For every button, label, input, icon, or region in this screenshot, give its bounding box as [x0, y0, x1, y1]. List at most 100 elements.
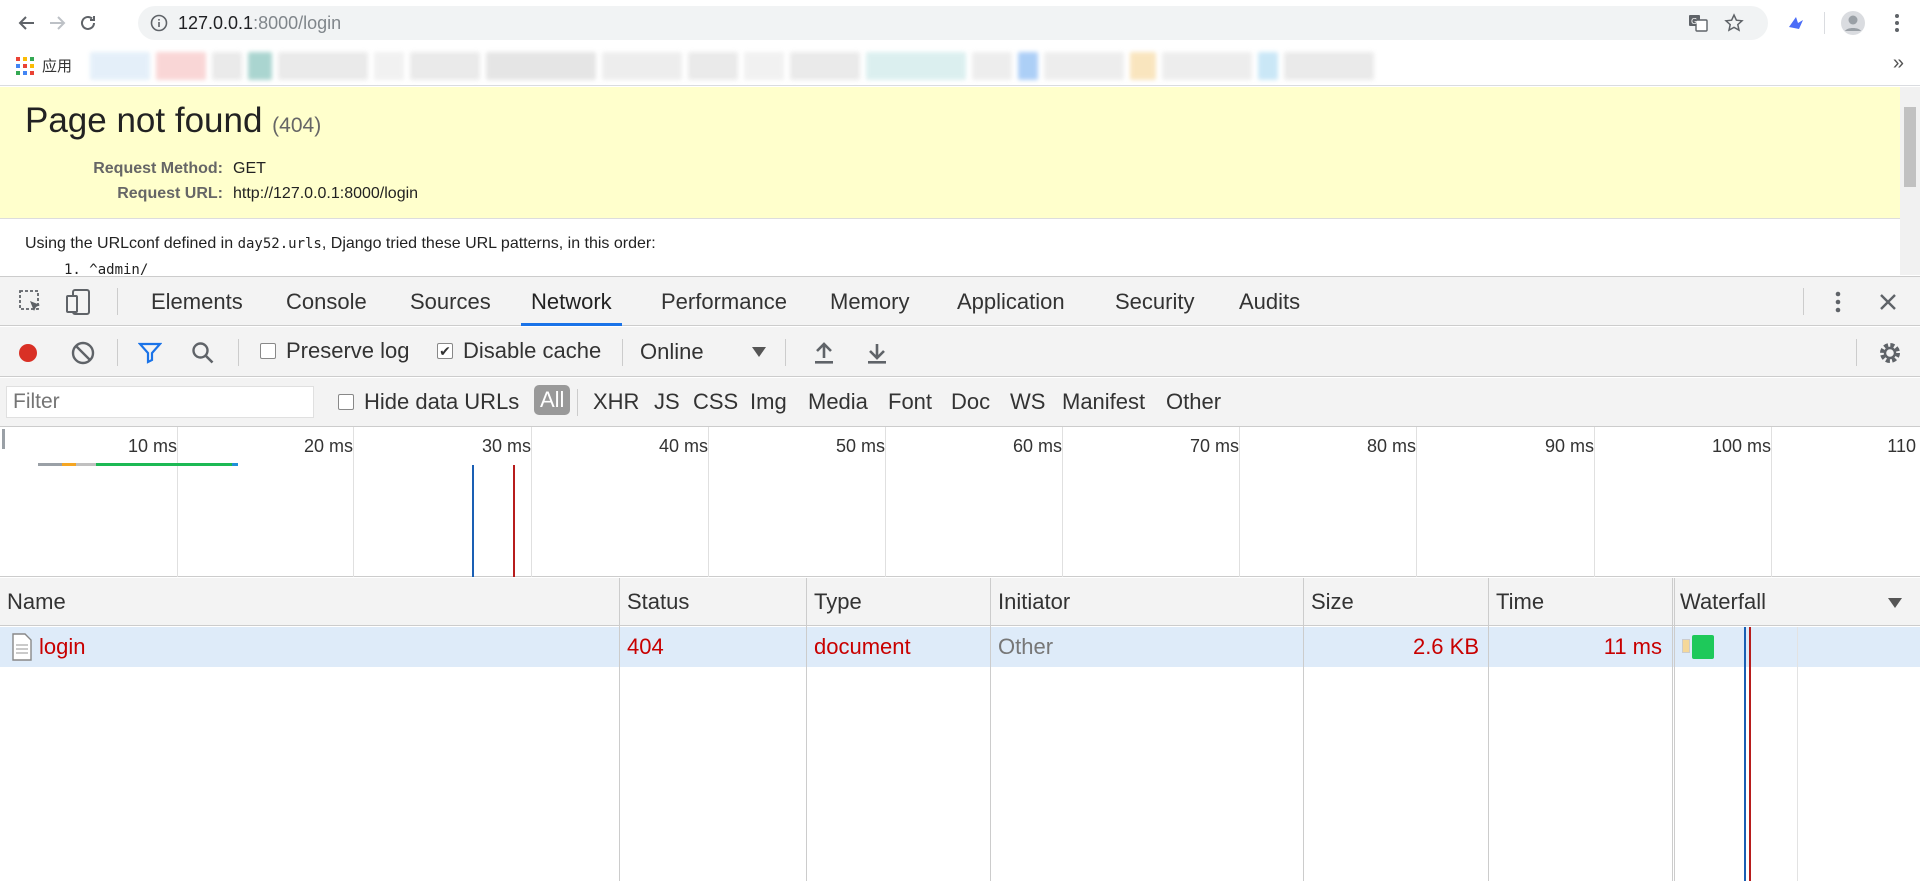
- disable-cache-checkbox[interactable]: ✔ Disable cache: [437, 338, 601, 364]
- translate-icon[interactable]: G: [1686, 11, 1710, 35]
- page-viewport: Page not found (404) Request Method: GET …: [0, 87, 1920, 275]
- column-header-initiator[interactable]: Initiator: [991, 578, 1070, 626]
- devtools-menu-button[interactable]: [1826, 289, 1850, 315]
- column-header-name[interactable]: Name: [0, 578, 66, 626]
- page-title: Page not found (404): [25, 101, 321, 141]
- url-host: 127.0.0.1: [178, 12, 254, 33]
- filter-type-css[interactable]: CSS: [693, 389, 738, 415]
- tab-performance[interactable]: Performance: [651, 277, 797, 326]
- request-method-value: GET: [233, 160, 266, 177]
- network-overview-timeline[interactable]: 10 ms 20 ms 30 ms 40 ms 50 ms 60 ms 70 m…: [0, 427, 1920, 577]
- tab-memory[interactable]: Memory: [820, 277, 919, 326]
- table-row[interactable]: login 404 document Other 2.6 KB 11 ms: [0, 627, 1920, 667]
- bookmarks-overflow-button[interactable]: »: [1893, 52, 1904, 75]
- tab-elements[interactable]: Elements: [141, 277, 253, 326]
- tab-console[interactable]: Console: [276, 277, 377, 326]
- download-icon: [868, 344, 886, 364]
- request-method-label: Request Method:: [93, 160, 223, 177]
- filter-type-ws[interactable]: WS: [1010, 389, 1045, 415]
- column-divider[interactable]: [619, 578, 620, 881]
- search-button[interactable]: [190, 340, 216, 366]
- toolbar-separator: [1824, 12, 1825, 34]
- timeline-gridline: [177, 427, 178, 577]
- filter-separator: [577, 389, 578, 416]
- hide-data-urls-label: Hide data URLs: [364, 389, 520, 414]
- filter-input[interactable]: [6, 386, 314, 418]
- svg-text:G: G: [1691, 17, 1697, 26]
- kebab-menu-icon: [1895, 14, 1899, 32]
- network-settings-button[interactable]: [1876, 339, 1904, 367]
- address-bar[interactable]: 127.0.0.1:8000/login G: [138, 6, 1768, 40]
- filter-type-media[interactable]: Media: [808, 389, 868, 415]
- inspect-element-button[interactable]: [16, 287, 46, 317]
- tab-application[interactable]: Application: [947, 277, 1075, 326]
- toolbar-separator: [238, 339, 239, 366]
- close-devtools-button[interactable]: [1875, 289, 1901, 315]
- page-scroll-thumb[interactable]: [1904, 107, 1916, 187]
- timeline-gridline: [1416, 427, 1417, 577]
- overview-handle-left[interactable]: [2, 429, 5, 449]
- upload-icon: [815, 342, 833, 364]
- preserve-log-label: Preserve log: [286, 338, 410, 363]
- filter-type-js[interactable]: JS: [654, 389, 680, 415]
- browser-menu-button[interactable]: [1884, 10, 1910, 36]
- profile-avatar[interactable]: [1840, 10, 1866, 36]
- checkbox-unchecked-icon: [338, 394, 354, 410]
- bookmark-apps[interactable]: 应用: [16, 55, 72, 76]
- kebab-menu-icon: [1835, 291, 1841, 313]
- waterfall-bar-queue: [1682, 639, 1690, 653]
- cell-initiator: Other: [998, 634, 1054, 659]
- request-method-row: Request Method: GET: [18, 160, 266, 178]
- tab-sources[interactable]: Sources: [400, 277, 501, 326]
- column-divider[interactable]: [1488, 578, 1489, 881]
- bookmark-items-blurred[interactable]: [90, 52, 1374, 80]
- urlconf-info: Using the URLconf defined in day52.urls,…: [25, 235, 656, 253]
- record-button[interactable]: [15, 340, 41, 366]
- column-header-status[interactable]: Status: [620, 578, 689, 626]
- filter-type-all[interactable]: All: [534, 385, 571, 415]
- cell-name[interactable]: login: [4, 627, 92, 667]
- request-name: login: [39, 634, 86, 659]
- tab-network[interactable]: Network: [521, 277, 622, 326]
- tab-security[interactable]: Security: [1105, 277, 1204, 326]
- waterfall-sort-chevron-icon[interactable]: [1888, 598, 1902, 608]
- hide-data-urls-checkbox[interactable]: Hide data URLs: [338, 389, 519, 415]
- filter-toggle-button[interactable]: [137, 340, 163, 366]
- back-button[interactable]: [14, 10, 40, 36]
- forward-arrow-icon: [50, 16, 66, 30]
- filter-type-manifest[interactable]: Manifest: [1062, 389, 1145, 415]
- tab-audits[interactable]: Audits: [1229, 277, 1310, 326]
- throttling-value: Online: [640, 339, 704, 364]
- preserve-log-checkbox[interactable]: Preserve log: [260, 338, 410, 364]
- info-icon[interactable]: [150, 14, 168, 32]
- extension-icon[interactable]: [1783, 10, 1809, 36]
- timeline-tick-label: 20 ms: [303, 436, 353, 456]
- page-scrollbar[interactable]: [1900, 87, 1920, 275]
- column-header-size[interactable]: Size: [1304, 578, 1354, 626]
- bookmark-star-icon[interactable]: [1722, 11, 1746, 35]
- import-har-button[interactable]: [811, 340, 837, 366]
- clear-button[interactable]: [70, 340, 96, 366]
- column-header-time[interactable]: Time: [1489, 578, 1544, 626]
- forward-button[interactable]: [44, 10, 70, 36]
- device-toolbar-button[interactable]: [64, 287, 94, 317]
- filter-type-doc[interactable]: Doc: [951, 389, 990, 415]
- column-divider[interactable]: [990, 578, 991, 881]
- column-divider[interactable]: [806, 578, 807, 881]
- network-filter-bar: Hide data URLs All XHR JS CSS Img Media …: [0, 378, 1920, 427]
- column-divider[interactable]: [1672, 578, 1673, 881]
- filter-type-font[interactable]: Font: [888, 389, 932, 415]
- tab-separator: [117, 288, 118, 315]
- column-divider[interactable]: [1303, 578, 1304, 881]
- tab-separator-right: [1803, 288, 1804, 315]
- timeline-gridline: [1239, 427, 1240, 577]
- waterfall-bar-ttfb[interactable]: [1692, 635, 1714, 659]
- column-header-type[interactable]: Type: [807, 578, 862, 626]
- filter-type-xhr[interactable]: XHR: [593, 389, 639, 415]
- filter-type-other[interactable]: Other: [1166, 389, 1221, 415]
- export-har-button[interactable]: [864, 340, 890, 366]
- filter-type-img[interactable]: Img: [750, 389, 787, 415]
- column-header-waterfall[interactable]: Waterfall: [1673, 578, 1766, 626]
- reload-button[interactable]: [75, 10, 101, 36]
- status-code: (404): [272, 114, 322, 137]
